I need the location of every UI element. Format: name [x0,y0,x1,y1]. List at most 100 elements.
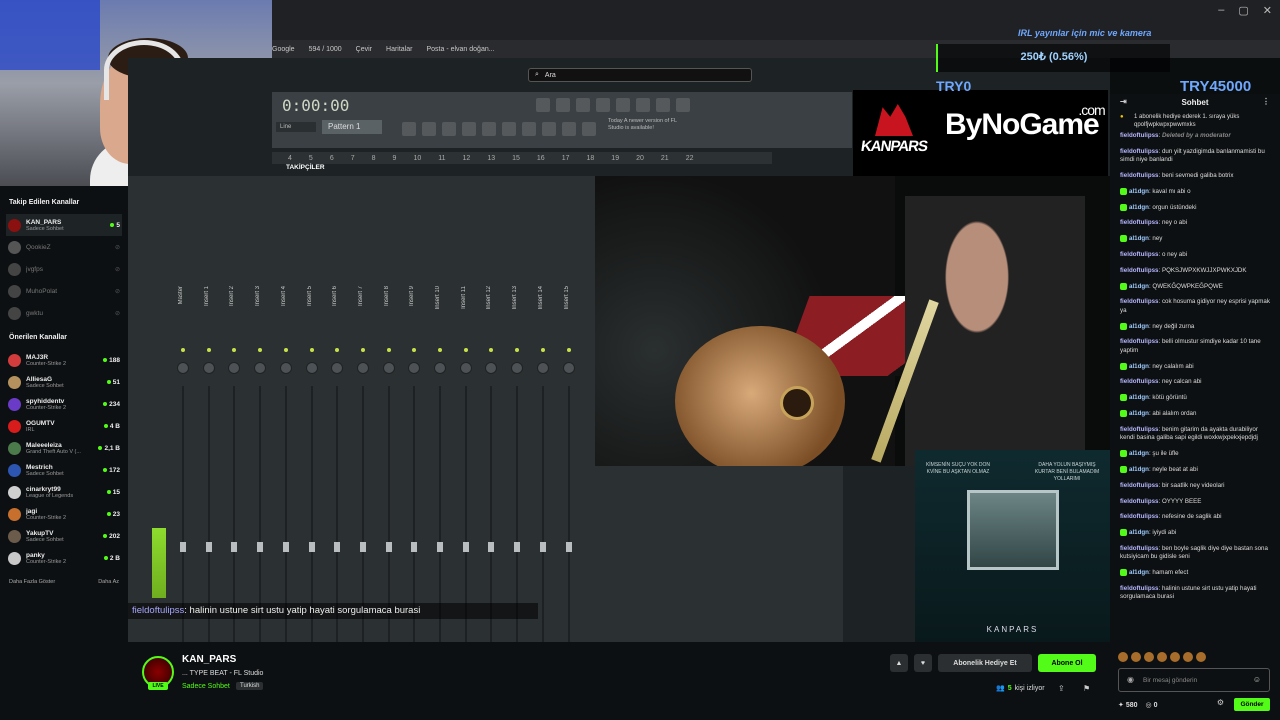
maximize-icon[interactable]: ▢ [1238,4,1248,17]
close-icon[interactable]: ✕ [1263,4,1272,17]
chat-username[interactable]: fieldoftulipss [1120,426,1159,433]
mixer-channel[interactable]: Insert 6 [326,286,348,642]
pan-knob[interactable] [356,362,369,374]
chat-settings-icon[interactable]: ⋮ [1262,97,1270,106]
chat-user-icon[interactable]: ◉ [1127,675,1134,684]
chat-username[interactable]: al1dgn [1129,235,1149,242]
mixer-channel[interactable]: Insert 13 [506,286,528,642]
mixer-channel[interactable]: Insert 9 [403,286,425,642]
pan-knob[interactable] [228,362,241,374]
volume-fader[interactable] [282,542,289,552]
chat-username[interactable]: fieldoftulipss [1120,513,1159,520]
mixer-channel[interactable]: Insert 8 [378,286,400,642]
mixer-channel[interactable]: Insert 14 [532,286,554,642]
share-icon[interactable]: ⇪ [1058,684,1065,693]
mixer-channel[interactable]: Insert 10 [429,286,451,642]
emote-icon[interactable] [1170,652,1180,662]
sidebar-item-channel[interactable]: KAN_PARS Sadece Sohbet 5 [6,214,122,236]
volume-fader[interactable] [359,542,366,552]
chat-message-input[interactable]: ◉ Bir mesaj gönderin ☺ [1118,668,1270,692]
pan-knob[interactable] [279,362,292,374]
sidebar-item-channel[interactable]: cinarkryt99 League of Legends 15 [6,481,122,503]
chat-username[interactable]: al1dgn [1129,569,1149,576]
sidebar-item-channel[interactable]: jagi Counter-Strike 2 23 [6,503,122,525]
volume-fader[interactable] [308,542,315,552]
volume-fader[interactable] [437,542,443,552]
sidebar-item-channel[interactable]: MuhoPolat ⊘ [6,280,122,302]
chat-username[interactable]: fieldoftulipss [1120,482,1159,489]
chat-username[interactable]: fieldoftulipss [1120,338,1159,345]
sidebar-item-channel[interactable]: MAJ3R Counter-Strike 2 188 [6,349,122,371]
coins-counter[interactable]: ◎ 0 [1146,701,1158,709]
language-tag[interactable]: Turkish [236,682,264,690]
mixer-channel[interactable]: Master [172,286,194,642]
collapse-chat-icon[interactable]: ⇥ [1120,97,1127,106]
gear-icon[interactable]: ⚙ [1217,698,1224,707]
chat-username[interactable]: fieldoftulipss [1120,172,1159,179]
chat-username[interactable]: al1dgn [1129,283,1149,290]
pan-knob[interactable] [331,362,344,374]
chat-username[interactable]: fieldoftulipss [1120,498,1159,505]
mixer-channel[interactable]: Insert 15 [558,286,580,642]
sidebar-item-channel[interactable]: Maleeeleiza Grand Theft Auto V (... 2,1 B [6,437,122,459]
video-player[interactable]: ⌕ Ara 0:00:00 Line Pattern 1 Today A new… [128,58,1110,642]
show-more-link[interactable]: Daha Fazla Göster [9,579,55,585]
subscribe-button[interactable]: Abone Ol [1038,654,1096,672]
volume-fader[interactable] [488,542,495,552]
chat-username[interactable]: fieldoftulipss [1120,545,1159,552]
pan-knob[interactable] [562,362,575,374]
volume-fader[interactable] [180,542,186,552]
chat-username[interactable]: al1dgn [1129,204,1149,211]
volume-fader[interactable] [514,542,521,552]
pan-knob[interactable] [202,362,215,374]
chat-username[interactable]: fieldoftulipss [1120,132,1159,139]
volume-fader[interactable] [334,542,341,552]
mixer-channel[interactable]: Insert 7 [352,286,374,642]
emote-icon[interactable] [1157,652,1167,662]
mixer-channel[interactable]: Insert 3 [249,286,271,642]
mixer-channel[interactable]: Insert 11 [455,286,477,642]
bookmark-posta[interactable]: Posta - elvan doğan... [426,46,494,53]
sidebar-item-channel[interactable]: panky Counter-Strike 2 2 B [6,547,122,569]
emoji-icon[interactable]: ☺ [1253,675,1261,684]
bell-icon[interactable]: ▲ [890,654,908,672]
mixer-channel[interactable]: Insert 2 [223,286,245,642]
sidebar-item-channel[interactable]: YakupTV Sadece Sohbet 202 [6,525,122,547]
pan-knob[interactable] [382,362,395,374]
chat-username[interactable]: fieldoftulipss [1120,378,1159,385]
emote-icon[interactable] [1131,652,1141,662]
emote-icon[interactable] [1183,652,1193,662]
chat-username[interactable]: fieldoftulipss [1120,148,1159,155]
pan-knob[interactable] [536,362,549,374]
mixer-channel[interactable]: Insert 5 [301,286,323,642]
pan-knob[interactable] [485,362,498,374]
send-button[interactable]: Gönder [1234,698,1270,711]
volume-fader[interactable] [205,542,212,552]
bookmark-haritalar[interactable]: Haritalar [386,46,412,53]
pan-knob[interactable] [177,362,189,374]
volume-fader[interactable] [539,542,546,552]
bookmark-counter[interactable]: 594 / 1000 [309,46,342,53]
heart-icon[interactable]: ♥ [914,654,932,672]
pan-knob[interactable] [408,362,421,374]
chat-username[interactable]: al1dgn [1129,410,1149,417]
streamer-name[interactable]: KAN_PARS [182,654,236,665]
chat-username[interactable]: fieldoftulipss [1120,585,1159,592]
report-icon[interactable]: ⚑ [1083,684,1090,693]
pan-knob[interactable] [459,362,472,374]
chat-username[interactable]: al1dgn [1129,466,1149,473]
volume-fader[interactable] [565,542,572,552]
chat-username[interactable]: al1dgn [1129,323,1149,330]
chat-username[interactable]: fieldoftulipss [1120,219,1159,226]
pan-knob[interactable] [305,362,318,374]
pan-knob[interactable] [434,362,446,374]
sidebar-item-channel[interactable]: AlliesaG Sadece Sohbet 51 [6,371,122,393]
sidebar-item-channel[interactable]: gwktu ⊘ [6,302,122,324]
gift-sub-button[interactable]: Abonelik Hediye Et [938,654,1032,672]
volume-fader[interactable] [257,542,264,552]
mixer-channel[interactable]: Insert 12 [480,286,502,642]
mixer-channel[interactable]: Insert 4 [275,286,297,642]
pan-knob[interactable] [254,362,267,374]
bookmark-cevir[interactable]: Çevir [356,46,372,53]
chat-username[interactable]: fieldoftulipss [1120,298,1159,305]
